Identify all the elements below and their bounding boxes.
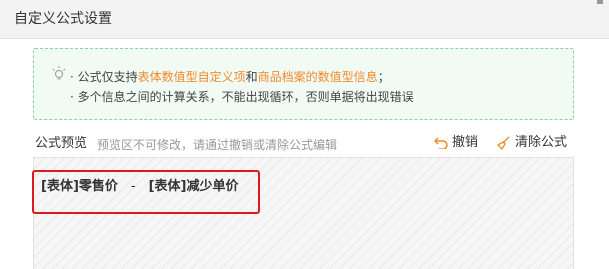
dialog-header: 自定义公式设置 — [0, 0, 609, 39]
preview-hint: 预览区不可修改，请通过撤销或清除公式编辑 — [97, 138, 338, 152]
tip-highlight-1: 表体数值型自定义项 — [137, 70, 246, 84]
undo-icon — [434, 137, 448, 149]
clear-formula-button[interactable]: 清除公式 — [497, 134, 567, 152]
undo-label: 撤销 — [452, 135, 479, 150]
tip-line-1-prefix: · 公式仅支持 — [70, 70, 138, 84]
clear-formula-label: 清除公式 — [515, 135, 568, 150]
formula-expression: [表体]零售价 - [表体]减少单价 — [41, 178, 238, 196]
preview-label: 公式预览 — [35, 136, 88, 151]
tip-highlight-2: 商品档案的数值型信息 — [257, 70, 378, 84]
tip-box: · 公式仅支持表体数值型自定义项和商品档案的数值型信息； · 多个信息之间的计算… — [33, 48, 574, 120]
broom-icon — [497, 136, 510, 150]
close-icon[interactable] — [597, 0, 603, 4]
tip-line-1-suffix: ； — [377, 70, 390, 84]
tip-line-1-mid: 和 — [245, 70, 258, 84]
undo-button[interactable]: 撤销 — [434, 134, 478, 152]
lightbulb-icon — [52, 66, 66, 82]
formula-operand-1: [表体]零售价 — [41, 179, 118, 194]
tip-line-2: · 多个信息之间的计算关系，不能出现循环，否则单据将出现错误 — [70, 90, 414, 104]
formula-operand-2: [表体]减少单价 — [148, 179, 239, 194]
tip-line-1: · 公式仅支持表体数值型自定义项和商品档案的数值型信息； — [70, 68, 390, 86]
dialog-title: 自定义公式设置 — [14, 11, 112, 27]
formula-operator: - — [130, 179, 136, 194]
